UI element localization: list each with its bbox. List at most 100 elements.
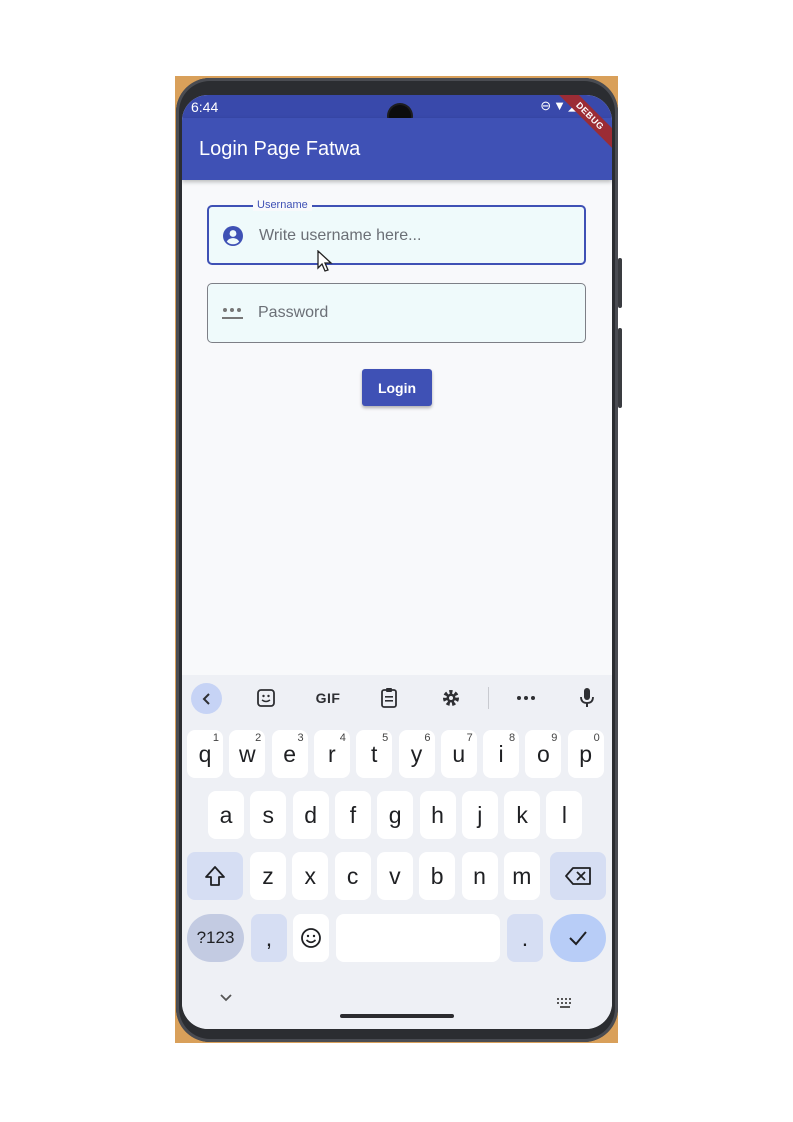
mouse-pointer-icon [317, 250, 333, 272]
password-input[interactable] [256, 294, 570, 332]
key-label: x [304, 862, 317, 889]
key[interactable]: j [461, 791, 498, 839]
toolbar-divider [488, 687, 489, 709]
login-button[interactable]: Login [362, 369, 432, 406]
key-label: k [516, 801, 528, 828]
key-label: f [349, 801, 357, 828]
key[interactable]: n [461, 852, 498, 900]
period-key[interactable]: . [507, 914, 543, 962]
dnd-icon: ⊖ [540, 98, 554, 113]
emoji-icon [301, 928, 321, 948]
key[interactable]: u7 [440, 730, 477, 778]
key[interactable]: d [292, 791, 329, 839]
username-input[interactable] [257, 217, 571, 255]
volume-button [618, 258, 622, 308]
key[interactable]: v [376, 852, 413, 900]
key[interactable]: p0 [567, 730, 604, 778]
key-label: r [328, 740, 336, 767]
key[interactable]: c [334, 852, 371, 900]
backspace-icon [565, 867, 591, 885]
key[interactable]: k [504, 791, 541, 839]
key[interactable]: m [503, 852, 540, 900]
key-hint: 8 [508, 732, 516, 744]
app-title: Login Page Fatwa [199, 138, 361, 160]
key[interactable]: q1 [187, 730, 223, 778]
key-label: q [198, 740, 212, 767]
key[interactable]: t5 [356, 730, 393, 778]
phone-frame: 6:44 ⊖▼◢ Login Page Fatwa DEBUG Username… [176, 78, 622, 1042]
back-chevron-icon[interactable] [191, 683, 222, 714]
status-time: 6:44 [191, 99, 219, 115]
key-label: s [262, 801, 275, 828]
key-hint: 9 [551, 732, 558, 744]
shift-key[interactable] [187, 852, 243, 900]
key-label: t [370, 740, 378, 767]
key[interactable]: y6 [398, 730, 435, 778]
key-hint: 1 [212, 732, 219, 744]
microphone-icon[interactable] [572, 683, 602, 713]
keyboard-switch-icon[interactable] [556, 997, 574, 1009]
username-label: Username [253, 199, 312, 211]
key[interactable]: i8 [483, 730, 520, 778]
username-field[interactable]: Username [207, 199, 586, 265]
key-label: l [561, 801, 567, 828]
backspace-key[interactable] [550, 852, 606, 900]
password-icon [221, 304, 243, 326]
key[interactable]: h [419, 791, 456, 839]
key-hint: 5 [382, 732, 389, 744]
key-label: d [304, 801, 317, 828]
gif-button[interactable]: GIF [309, 683, 347, 713]
key-label: w [238, 740, 256, 767]
power-button [618, 328, 622, 408]
key-label: g [388, 801, 402, 828]
symbols-key[interactable]: ?123 [187, 914, 244, 962]
key[interactable]: r4 [313, 730, 350, 778]
gesture-nav-pill[interactable] [340, 1014, 454, 1018]
more-icon[interactable] [511, 683, 541, 713]
comma-key[interactable]: , [251, 914, 287, 962]
sticker-icon[interactable] [251, 683, 281, 713]
key[interactable]: z [250, 852, 286, 900]
key[interactable]: o9 [525, 730, 562, 778]
gear-icon[interactable] [436, 683, 466, 713]
account-circle-icon [222, 225, 244, 247]
key-label: p [579, 740, 593, 767]
password-field[interactable] [207, 283, 586, 343]
key-label: h [431, 801, 444, 828]
shift-icon [205, 866, 225, 886]
keyboard-toolbar: GIF [182, 675, 612, 721]
key-label: b [430, 862, 444, 889]
key-hint: 2 [255, 732, 262, 744]
keyboard: GIF q1w2e3r4t5y6u7i8o9p0 asdfghjkl z x c… [182, 675, 612, 1029]
key-hint: 6 [424, 732, 431, 744]
enter-key[interactable] [550, 914, 606, 962]
key[interactable]: s [250, 791, 287, 839]
key[interactable]: f [334, 791, 371, 839]
key-hint: 7 [466, 732, 473, 744]
key-label: u [452, 740, 466, 767]
key[interactable]: b [419, 852, 456, 900]
key[interactable]: a [208, 791, 244, 839]
key-label: i [498, 740, 504, 767]
key-hint: 4 [339, 732, 346, 744]
key-hint: 3 [297, 732, 304, 744]
emoji-key[interactable] [293, 914, 329, 962]
key-label: v [389, 862, 401, 889]
key-label: e [283, 740, 296, 767]
checkmark-icon [569, 931, 587, 946]
clipboard-icon[interactable] [374, 683, 404, 713]
key[interactable]: x [292, 852, 329, 900]
key-label: n [473, 862, 486, 889]
key[interactable]: w2 [229, 730, 266, 778]
key-label: y [410, 740, 423, 767]
hide-keyboard-chevron-icon[interactable] [219, 993, 233, 1003]
space-key[interactable] [336, 914, 500, 962]
key-label: c [346, 862, 359, 889]
app-bar: Login Page Fatwa [182, 118, 612, 180]
key[interactable]: l [546, 791, 583, 839]
key[interactable]: g [377, 791, 414, 839]
key-label: a [219, 801, 233, 828]
key-label: o [536, 740, 550, 767]
screen: 6:44 ⊖▼◢ Login Page Fatwa DEBUG Username… [182, 95, 612, 1029]
key[interactable]: e3 [271, 730, 308, 778]
